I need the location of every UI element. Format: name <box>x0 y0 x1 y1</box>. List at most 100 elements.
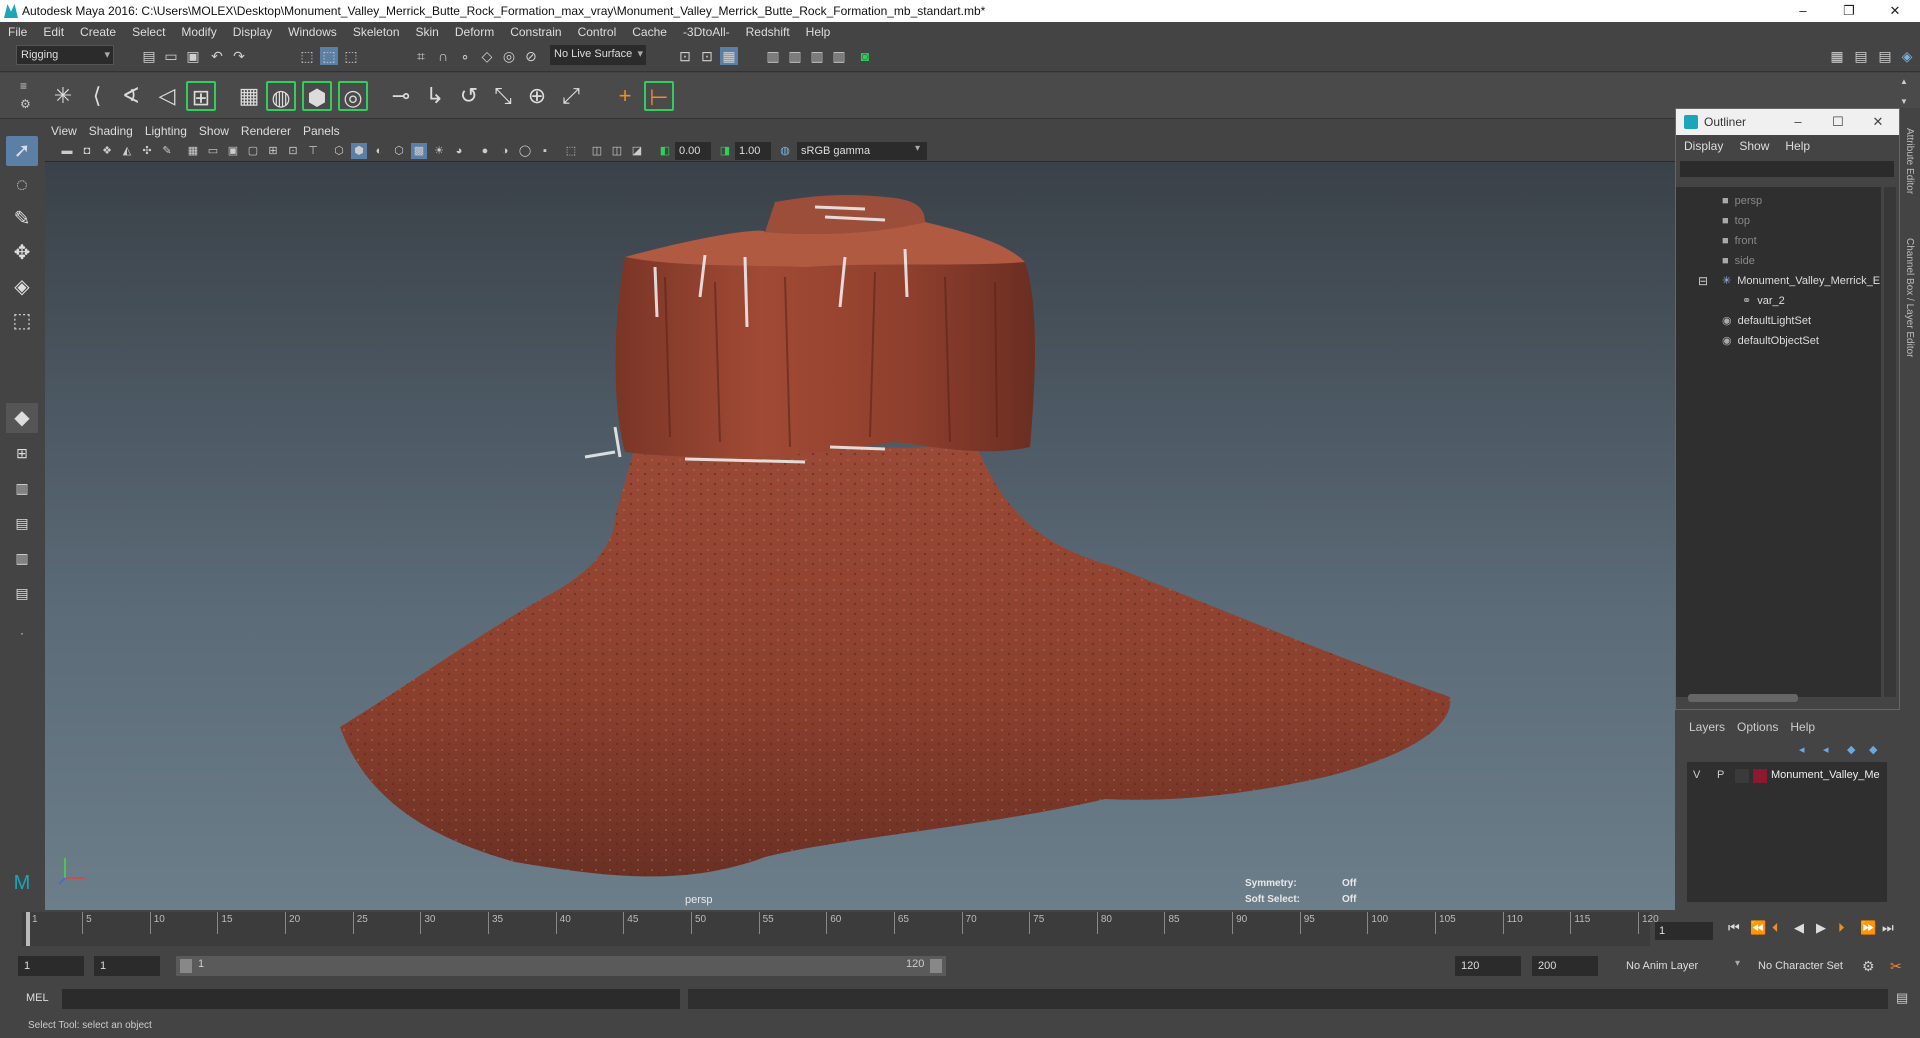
layer-move-down-icon[interactable]: ◂ <box>1823 743 1829 756</box>
ik-spline-icon[interactable]: ∢ <box>116 81 146 111</box>
input-ops-icon[interactable]: ⊡ <box>676 47 694 65</box>
attribute-editor-tab[interactable]: Attribute Editor <box>1904 128 1915 194</box>
default-material-icon[interactable]: ◐ <box>371 143 387 159</box>
new-layer-selected-icon[interactable]: ◆ <box>1869 743 1877 756</box>
undo-icon[interactable]: ↶ <box>208 47 226 65</box>
move-tool-icon[interactable]: ✥ <box>6 238 38 268</box>
graph-persp-layout-icon[interactable]: ▥ <box>6 543 38 573</box>
outliner-horizontal-scrollbar[interactable] <box>1688 694 1798 702</box>
outliner-menu-item[interactable]: Show <box>1731 135 1777 157</box>
lasso-tool-icon[interactable]: ◌ <box>6 170 38 200</box>
menu-item[interactable]: Edit <box>35 22 72 42</box>
render-settings-icon[interactable]: ▥ <box>808 47 826 65</box>
range-start-handle[interactable] <box>180 959 192 973</box>
joint-tool-icon[interactable]: ✳ <box>48 81 78 111</box>
shelf-menu-icon[interactable]: ≡ <box>20 79 27 93</box>
open-scene-icon[interactable]: ▭ <box>162 47 180 65</box>
bookmarks-icon[interactable]: ❖ <box>99 143 115 159</box>
go-to-start-icon[interactable]: ⏮ <box>1728 920 1740 936</box>
menu-item[interactable]: Help <box>798 22 839 42</box>
step-back-key-icon[interactable]: ⏴ <box>1772 920 1779 936</box>
motion-blur-icon[interactable]: ◑ <box>497 143 513 159</box>
current-time-marker[interactable] <box>26 912 30 946</box>
outliner-item[interactable]: ■ side <box>1722 251 1755 271</box>
shelf-settings-icon[interactable]: ⚙ <box>20 97 31 111</box>
step-back-icon[interactable]: ⏪ <box>1750 920 1766 936</box>
outliner-item[interactable]: ✳ Monument_Valley_Merrick_E <box>1722 271 1880 291</box>
outliner-close-icon[interactable]: ✕ <box>1863 109 1893 135</box>
camera-attributes-icon[interactable]: ◘ <box>79 143 95 159</box>
menu-item[interactable]: Control <box>570 22 625 42</box>
menu-item[interactable]: Skeleton <box>345 22 408 42</box>
2d-pan-zoom-icon[interactable]: ✣ <box>139 143 155 159</box>
layer-menu-item[interactable]: Layers <box>1683 716 1731 738</box>
chevron-down-icon[interactable]: ▾ <box>915 143 920 154</box>
live-surface-field[interactable]: No Live Surface <box>550 45 646 65</box>
select-object-icon[interactable]: ⬚ <box>320 47 338 65</box>
outliner-minimize-icon[interactable]: – <box>1783 109 1813 135</box>
play-forwards-icon[interactable]: ▶ <box>1816 920 1826 936</box>
menu-item[interactable]: Cache <box>624 22 675 42</box>
outliner-menu-item[interactable]: Help <box>1777 135 1818 157</box>
outliner-item[interactable]: ■ top <box>1722 211 1750 231</box>
outliner-item[interactable]: ◉ defaultObjectSet <box>1722 331 1819 351</box>
ik-handle-icon[interactable]: ⟨ <box>82 81 112 111</box>
cluster-icon[interactable]: ◍ <box>266 81 296 111</box>
menu-item[interactable]: Redshift <box>738 22 798 42</box>
menu-item[interactable]: -3DtoAll- <box>675 22 738 42</box>
anti-aliasing-icon[interactable]: ◯ <box>517 143 533 159</box>
animation-start-field[interactable]: 1 <box>18 956 84 976</box>
grease-pencil-icon[interactable]: ✎ <box>159 143 175 159</box>
layer-name[interactable]: Monument_Valley_Me <box>1771 769 1880 781</box>
hypershade-icon[interactable]: ▥ <box>830 47 848 65</box>
new-scene-icon[interactable]: ▤ <box>140 47 158 65</box>
select-hierarchy-icon[interactable]: ⬚ <box>298 47 316 65</box>
layer-move-up-icon[interactable]: ◂ <box>1799 743 1805 756</box>
viewport-menu-item[interactable]: Shading <box>83 122 139 140</box>
chevron-down-icon[interactable]: ▾ <box>1735 958 1740 969</box>
safe-action-icon[interactable]: ⊡ <box>285 143 301 159</box>
range-end-handle[interactable] <box>930 959 942 973</box>
sculpt-deformer-icon[interactable]: ◎ <box>338 81 368 111</box>
restore-icon[interactable]: ❐ <box>1826 0 1872 22</box>
viewport-menu-item[interactable]: Panels <box>297 122 346 140</box>
textured-icon[interactable]: ▩ <box>411 143 427 159</box>
outliner-item[interactable]: ■ front <box>1722 231 1757 251</box>
layer-menu-item[interactable]: Options <box>1731 716 1784 738</box>
exposure-icon[interactable]: ◧ <box>657 143 673 159</box>
range-slider[interactable]: 1 120 <box>176 956 946 976</box>
perspective-viewport[interactable]: persp Symmetry: Off Soft Select: Off <box>45 162 1675 910</box>
animation-end-field[interactable]: 200 <box>1532 956 1598 976</box>
layer-visibility-toggle[interactable]: V <box>1693 769 1700 781</box>
outliner-item[interactable]: ⚭ var_2 <box>1742 291 1785 311</box>
snap-together-icon[interactable]: ⊘ <box>522 47 540 65</box>
wireframe-icon[interactable]: ⬡ <box>331 143 347 159</box>
outliner-search-field[interactable] <box>1680 161 1894 177</box>
playback-end-field[interactable]: 120 <box>1455 956 1521 976</box>
render-view-icon[interactable]: ◙ <box>856 47 874 65</box>
modeling-toolkit-icon[interactable]: ▦ <box>1828 47 1846 65</box>
wireframe-on-shaded-icon[interactable]: ⬡ <box>391 143 407 159</box>
menu-item[interactable]: Skin <box>408 22 447 42</box>
hypershade-persp-layout-icon[interactable]: ▤ <box>6 578 38 608</box>
locator-icon[interactable]: + <box>610 81 640 111</box>
pole-vector-icon[interactable]: ⤢ <box>556 81 586 111</box>
outliner-scrollbar[interactable] <box>1884 187 1896 697</box>
step-forward-icon[interactable]: ⏩ <box>1860 920 1876 936</box>
single-pane-layout-icon[interactable]: ◆ <box>6 403 38 433</box>
auto-key-icon[interactable]: ⚙ <box>1862 958 1875 975</box>
go-to-end-icon[interactable]: ⏭ <box>1882 920 1894 936</box>
resolution-gate-icon[interactable]: ▣ <box>225 143 241 159</box>
menu-item[interactable]: Modify <box>173 22 224 42</box>
xray-components-icon[interactable]: ◪ <box>629 143 645 159</box>
four-pane-layout-icon[interactable]: ⊞ <box>6 438 38 468</box>
rotate-tool-icon[interactable]: ◈ <box>6 272 38 302</box>
snap-point-icon[interactable]: ∘ <box>456 47 474 65</box>
viewport-menu-item[interactable]: Lighting <box>139 122 193 140</box>
outliner-item[interactable]: ◉ defaultLightSet <box>1722 311 1811 331</box>
script-editor-icon[interactable]: ▤ <box>1896 990 1908 1006</box>
viewport-menu-item[interactable]: Renderer <box>235 122 297 140</box>
viewport-menu-item[interactable]: View <box>45 122 83 140</box>
select-tool-icon[interactable]: ➚ <box>6 136 38 166</box>
shadows-icon[interactable]: ◕ <box>451 143 467 159</box>
